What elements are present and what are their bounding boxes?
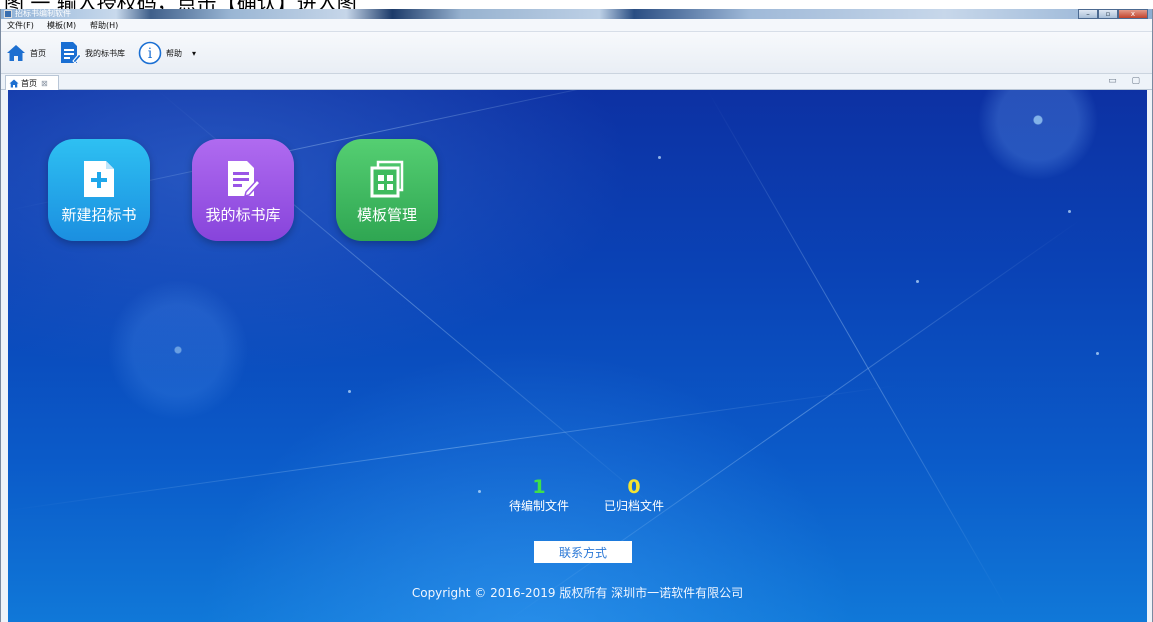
new-bid-document-label: 新建招标书 (61, 206, 137, 224)
background-star (478, 490, 481, 493)
tab-home-label: 首页 (21, 78, 37, 88)
contact-info-button[interactable]: 联系方式 (534, 541, 632, 563)
app-window: 招标书编制软件 – ▫ x 文件(F) 模板(M) 帮助(H) 首页 我的标书库… (0, 9, 1153, 622)
minimize-button[interactable]: – (1078, 9, 1098, 19)
my-bid-library-tile[interactable]: 我的标书库 (192, 139, 294, 241)
archived-files-count: 0 (627, 476, 641, 498)
menu-template[interactable]: 模板(M) (47, 19, 76, 32)
document-edit-icon (61, 42, 81, 64)
home-icon (9, 79, 19, 87)
document-edit-icon (223, 159, 263, 199)
pending-files-count: 1 (532, 476, 546, 498)
tab-home[interactable]: 首页 ⊠ (5, 75, 59, 90)
toolbar-help-button[interactable]: i 帮助 ▾ (138, 39, 196, 67)
home-icon (7, 45, 25, 61)
chevron-down-icon[interactable]: ▾ (192, 49, 196, 58)
template-icon (367, 159, 407, 199)
toolbar-library-label: 我的标书库 (85, 48, 125, 58)
background-star (658, 156, 661, 159)
archived-files-label: 已归档文件 (603, 499, 664, 513)
toolbar-library-button[interactable]: 我的标书库 (59, 39, 125, 67)
menu-help[interactable]: 帮助(H) (90, 19, 118, 32)
toolbar: 首页 我的标书库 i 帮助 ▾ (1, 32, 1152, 74)
home-dashboard: 新建招标书 我的标书库 模板管理 1 待编制文件 0 已归档文件 联系方式 Co… (8, 90, 1147, 622)
my-bid-library-label: 我的标书库 (205, 206, 281, 224)
archived-files-stat[interactable]: 0 已归档文件 (593, 476, 675, 514)
tab-bar: 首页 ⊠ ▭ ▢ (1, 74, 1152, 90)
close-button[interactable]: x (1118, 9, 1148, 19)
menu-bar: 文件(F) 模板(M) 帮助(H) (1, 19, 1152, 32)
document-caption: 图 一 输入授权码，点击【确认】进入图 (0, 0, 1153, 9)
pending-files-stat[interactable]: 1 待编制文件 (503, 476, 575, 514)
background-star (348, 390, 351, 393)
template-management-tile[interactable]: 模板管理 (336, 139, 438, 241)
background-star (1096, 352, 1099, 355)
app-icon (4, 10, 12, 18)
title-bar[interactable]: 招标书编制软件 – ▫ x (1, 9, 1152, 19)
new-bid-document-tile[interactable]: 新建招标书 (48, 139, 150, 241)
background-ray (8, 384, 900, 511)
background-star (916, 280, 919, 283)
view-controls[interactable]: ▭ ▢ (1108, 76, 1146, 86)
svg-text:i: i (148, 46, 153, 62)
restore-button[interactable]: ▫ (1098, 9, 1118, 19)
toolbar-home-label: 首页 (30, 48, 46, 58)
info-icon: i (138, 41, 162, 65)
window-controls: – ▫ x (1078, 9, 1148, 19)
toolbar-help-label: 帮助 (166, 48, 182, 58)
background-star (1068, 210, 1071, 213)
template-management-label: 模板管理 (356, 206, 417, 224)
new-document-icon (79, 159, 119, 199)
pending-files-label: 待编制文件 (508, 499, 569, 513)
window-title: 招标书编制软件 (15, 9, 71, 18)
background-ray (707, 90, 1008, 611)
toolbar-home-button[interactable]: 首页 (6, 39, 46, 67)
copyright-text: Copyright © 2016-2019 版权所有 深圳市一诺软件有限公司 (411, 586, 744, 600)
menu-file[interactable]: 文件(F) (7, 19, 34, 32)
tab-close-icon[interactable]: ⊠ (41, 79, 48, 88)
